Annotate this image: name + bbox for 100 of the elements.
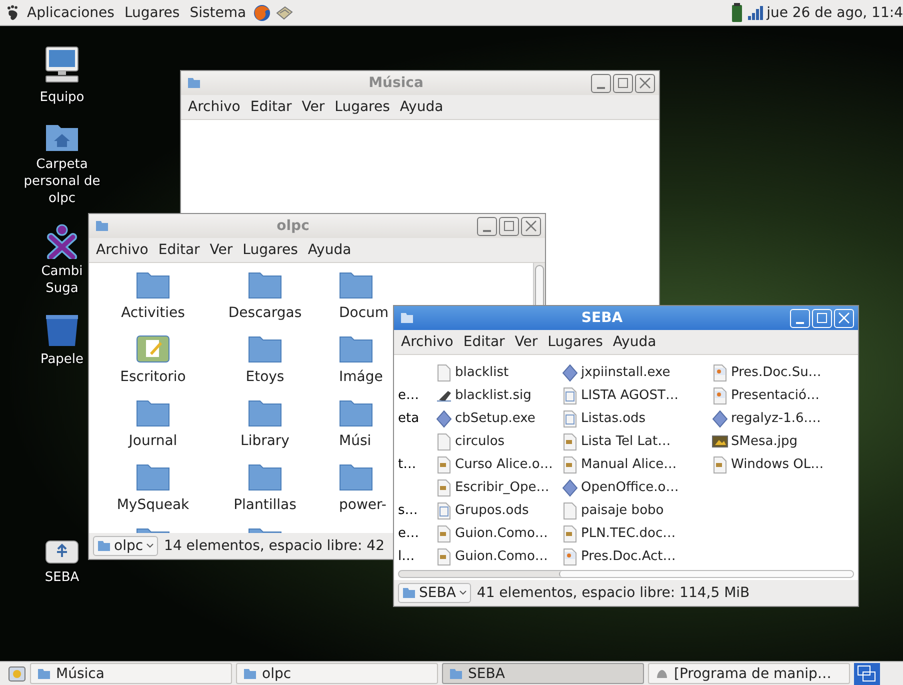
- taskbar-button[interactable]: Música: [30, 663, 232, 684]
- file-name[interactable]: l…: [398, 549, 415, 564]
- file-name[interactable]: blacklist.sig: [455, 388, 532, 403]
- file-name[interactable]: jxpiinstall.exe: [581, 365, 670, 380]
- presentation-file-icon[interactable]: [712, 386, 728, 404]
- file-name[interactable]: Library: [240, 433, 290, 449]
- maximize-button[interactable]: [499, 216, 519, 236]
- panel-menu[interactable]: Aplicaciones: [24, 4, 118, 20]
- folder-icon[interactable]: [136, 463, 170, 491]
- desktop-icon-label[interactable]: Equipo: [40, 89, 84, 106]
- browser-globe-icon[interactable]: [253, 4, 272, 22]
- spreadsheet-file-icon[interactable]: [562, 410, 578, 428]
- menu-item[interactable]: Archivo: [93, 242, 152, 258]
- horizontal-scrollbar[interactable]: [398, 570, 854, 578]
- folder-icon[interactable]: [248, 271, 282, 299]
- document-file-icon[interactable]: [712, 456, 728, 474]
- file-name[interactable]: blacklist: [455, 365, 509, 380]
- menu-item[interactable]: Editar: [460, 334, 508, 350]
- document-file-icon[interactable]: [436, 548, 452, 566]
- folder-icon[interactable]: [248, 463, 282, 491]
- file-name[interactable]: eta: [398, 411, 420, 426]
- file-name[interactable]: Etoys: [246, 369, 284, 385]
- file-name[interactable]: Guion.Como…: [455, 526, 548, 541]
- document-file-icon[interactable]: [562, 432, 578, 450]
- file-name[interactable]: Lista Tel Lat…: [581, 434, 671, 449]
- document-file-icon[interactable]: [436, 456, 452, 474]
- file-name[interactable]: Descargas: [228, 305, 302, 321]
- folder-icon[interactable]: [339, 463, 373, 491]
- file-name[interactable]: Journal: [128, 433, 178, 449]
- file-name[interactable]: Listas.ods: [581, 411, 646, 426]
- file-name[interactable]: Escribir_Ope…: [455, 480, 550, 495]
- folder-icon[interactable]: [339, 399, 373, 427]
- blank-file-icon[interactable]: [562, 502, 578, 520]
- menu-item[interactable]: Archivo: [398, 334, 456, 350]
- file-name[interactable]: Músi: [339, 433, 372, 449]
- folder-icon[interactable]: [136, 399, 170, 427]
- close-button[interactable]: [521, 216, 541, 236]
- file-name[interactable]: Escritorio: [120, 369, 186, 385]
- file-name[interactable]: Imáge: [339, 369, 383, 385]
- home-folder-icon[interactable]: [45, 122, 79, 152]
- file-name[interactable]: Activities: [121, 305, 185, 321]
- file-name[interactable]: Plantillas: [234, 497, 296, 513]
- folder-icon[interactable]: [339, 271, 373, 299]
- diamond-file-icon[interactable]: [562, 478, 578, 496]
- desktop-icon-label[interactable]: SEBA: [44, 569, 80, 586]
- taskbar-button[interactable]: SEBA: [442, 663, 644, 684]
- folder-icon[interactable]: [248, 335, 282, 363]
- menu-item[interactable]: Ayuda: [396, 99, 446, 115]
- blank-file-icon[interactable]: [436, 432, 452, 450]
- file-name[interactable]: PLN.TEC.doc…: [581, 526, 676, 541]
- close-button[interactable]: [635, 74, 655, 92]
- file-name[interactable]: OpenOffice.o…: [581, 480, 679, 495]
- document-file-icon[interactable]: [562, 456, 578, 474]
- file-name[interactable]: Pres.Doc.Su…: [731, 365, 822, 380]
- menu-item[interactable]: Editar: [247, 99, 295, 115]
- taskbar-button[interactable]: olpc: [236, 663, 438, 684]
- file-name[interactable]: circulos: [455, 434, 505, 449]
- desktop-icon-label[interactable]: Cambi Suga: [32, 263, 92, 297]
- document-file-icon[interactable]: [436, 524, 452, 542]
- menu-item[interactable]: Ver: [298, 99, 328, 115]
- file-name[interactable]: SMesa.jpg: [731, 434, 798, 449]
- desktop-icon-label[interactable]: Carpeta personal de olpc: [12, 156, 112, 207]
- desktop-icon-label[interactable]: Papele: [40, 351, 84, 368]
- file-name[interactable]: Guion.Como…: [455, 549, 548, 564]
- file-name[interactable]: e…: [398, 388, 419, 403]
- spreadsheet-file-icon[interactable]: [562, 386, 578, 404]
- presentation-file-icon[interactable]: [562, 548, 578, 566]
- workspace-switcher-icon[interactable]: [854, 662, 880, 684]
- file-name[interactable]: power-: [339, 497, 386, 513]
- file-name[interactable]: Grupos.ods: [455, 503, 529, 518]
- file-name[interactable]: Presentació…: [731, 388, 820, 403]
- vertical-scrollbar[interactable]: [533, 263, 545, 307]
- file-name[interactable]: Windows OL…: [731, 457, 824, 472]
- file-name[interactable]: s…: [398, 503, 418, 518]
- folder-icon[interactable]: [248, 399, 282, 427]
- menu-item[interactable]: Ver: [206, 242, 236, 258]
- mail-icon[interactable]: [275, 4, 294, 20]
- diamond-file-icon[interactable]: [562, 364, 578, 382]
- minimize-button[interactable]: [591, 74, 611, 92]
- menu-item[interactable]: Lugares: [240, 242, 301, 258]
- file-name[interactable]: Curso Alice.o…: [455, 457, 553, 472]
- file-name[interactable]: Docum: [339, 305, 389, 321]
- file-name[interactable]: cbSetup.exe: [455, 411, 536, 426]
- image-file-icon[interactable]: [712, 432, 728, 450]
- clock-text[interactable]: jue 26 de ago, 11:4: [766, 4, 903, 20]
- panel-menu[interactable]: Sistema: [186, 4, 250, 20]
- document-file-icon[interactable]: [562, 524, 578, 542]
- maximize-button[interactable]: [613, 74, 633, 92]
- show-desktop-icon[interactable]: [8, 666, 26, 682]
- file-name[interactable]: regalyz-1.6.…: [731, 411, 821, 426]
- menu-item[interactable]: Ayuda: [304, 242, 354, 258]
- location-dropdown[interactable]: SEBA: [398, 583, 471, 603]
- file-name[interactable]: e…: [398, 526, 419, 541]
- folder-icon[interactable]: [136, 271, 170, 299]
- menu-item[interactable]: Lugares: [544, 334, 606, 350]
- taskbar-button[interactable]: [Programa de manip…: [648, 663, 850, 684]
- presentation-file-icon[interactable]: [712, 364, 728, 382]
- location-dropdown[interactable]: olpc: [93, 536, 158, 556]
- file-name[interactable]: MySqueak: [116, 497, 190, 513]
- file-name[interactable]: Manual Alice…: [581, 457, 677, 472]
